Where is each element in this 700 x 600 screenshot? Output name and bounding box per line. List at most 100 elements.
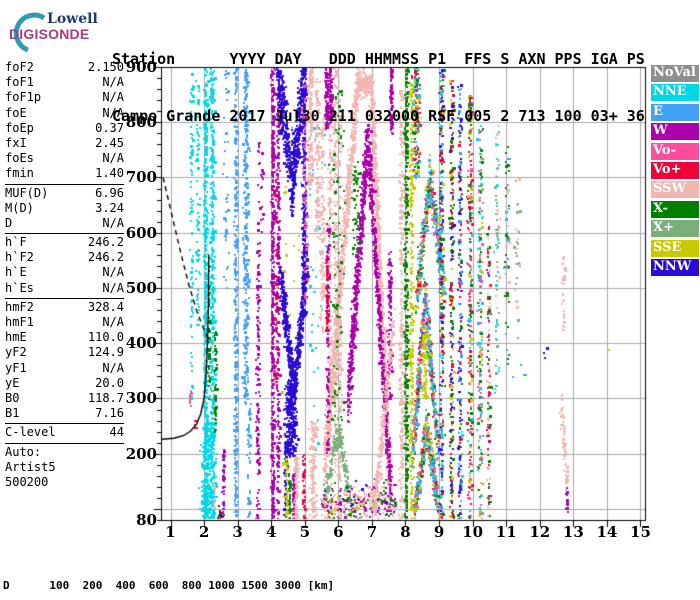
param-value: 2.150	[87, 60, 124, 74]
param-label: yF1	[5, 360, 27, 375]
x-axis-label: 14	[596, 523, 618, 541]
legend-item-e: E	[651, 103, 699, 121]
param-label: foF2	[5, 60, 34, 74]
param-value: N/A	[102, 151, 124, 166]
param-label: D	[5, 215, 13, 230]
legend-item-x: X+	[651, 220, 699, 238]
logo-digisonde-text: DIGISONDE	[9, 26, 90, 42]
param-label: B1	[5, 406, 20, 421]
param-value: 118.7	[87, 390, 124, 405]
legend-item-vo: Vo-	[651, 142, 699, 160]
legend-item-ssw: SSW	[651, 181, 699, 199]
param-row: foEs N/A	[5, 151, 124, 166]
param-row: hmF2 328.4	[5, 300, 124, 315]
lowell-digisonde-logo: Lowell DIGISONDE	[2, 2, 114, 54]
param-label: foF1p	[5, 90, 42, 105]
x-axis-label: 11	[495, 523, 517, 541]
param-label: B0	[5, 390, 20, 405]
param-row: hmF1 N/A	[5, 315, 124, 330]
x-axis-label: 1	[165, 523, 176, 541]
footer-scales: D 100 200 400 600 800 1000 1500 3000 [km…	[3, 553, 665, 600]
direction-color-legend: NoVal NNE E W Vo- Vo+ SSW X- X+ SSE NNW	[651, 65, 699, 278]
x-axis-label: 13	[562, 523, 584, 541]
header-values-row: Campo Grande 2017 Jul30 211 032000 RSF 0…	[112, 107, 645, 125]
param-value: 110.0	[87, 330, 124, 345]
param-label: h`E	[5, 265, 27, 280]
param-label: h`F2	[5, 250, 34, 265]
x-axis-label: 12	[529, 523, 551, 541]
param-value: 0.37	[95, 120, 124, 135]
param-row: C-level 44	[5, 425, 124, 440]
param-label: foEp	[5, 120, 34, 135]
param-value: 246.2	[87, 250, 124, 265]
param-label: foF1	[5, 75, 34, 90]
parameter-panel: foF2 2.150 foF1 N/A foF1p N/A foE N/A foEp 0.37 fx…	[5, 60, 124, 490]
param-label: M(D)	[5, 200, 34, 215]
param-row: foF1p N/A	[5, 90, 124, 105]
ionogram-app: { "logo": { "line1": "Lowell", "line2": …	[0, 0, 700, 600]
param-label: foEs	[5, 151, 34, 166]
param-row: h`F 246.2	[5, 235, 124, 250]
param-separator	[5, 423, 124, 425]
y-axis-label: 900	[125, 58, 157, 76]
param-row: B1 7.16	[5, 406, 124, 421]
legend-item-sse: SSE	[651, 239, 699, 257]
param-row: fxI 2.45	[5, 136, 124, 151]
x-axis-label: 2	[198, 523, 210, 541]
param-label: fmin	[5, 166, 34, 181]
param-row: yF2 124.9	[5, 345, 124, 360]
y-axis-label: 500	[125, 278, 157, 297]
y-axis-label: 700	[125, 168, 157, 187]
param-value: 328.4	[87, 299, 124, 314]
y-axis-label: 80	[136, 511, 157, 529]
param-row: h`Es N/A	[5, 281, 124, 296]
param-value: 124.9	[87, 345, 124, 360]
param-row: M(D) 3.24	[5, 201, 124, 216]
legend-item-x: X-	[651, 200, 699, 218]
param-value: 6.96	[95, 185, 124, 200]
x-axis-label: 3	[232, 523, 243, 541]
param-value: N/A	[102, 90, 124, 105]
param-row: hmE 110.0	[5, 330, 124, 345]
param-row: D N/A	[5, 216, 124, 231]
param-label: h`Es	[5, 280, 34, 295]
param-footer-line: Artist5	[5, 459, 56, 474]
param-label: foE	[5, 105, 27, 120]
param-row: MUF(D) 6.96	[5, 186, 124, 201]
y-axis-label: 800	[125, 113, 157, 132]
x-axis-label: 4	[265, 523, 277, 541]
legend-item-nne: NNE	[651, 84, 699, 102]
logo-lowell-text: Lowell	[47, 11, 98, 27]
x-axis-label: 5	[299, 523, 310, 541]
param-label: fxI	[5, 135, 27, 150]
param-label: yF2	[5, 345, 27, 360]
param-label: yE	[5, 375, 20, 390]
param-value: N/A	[102, 105, 124, 120]
station-header: Station YYYY DAY DDD HHMMSS P1 FFS S AXN…	[112, 12, 645, 145]
x-axis-label: 6	[333, 523, 344, 541]
param-label: C-level	[5, 425, 56, 440]
param-label: hmE	[5, 330, 27, 345]
param-separator	[5, 233, 124, 235]
param-separator	[5, 297, 124, 299]
param-row: B0 118.7	[5, 391, 124, 406]
legend-item-w: W	[651, 123, 699, 141]
param-label: hmF2	[5, 299, 34, 314]
x-axis-label: 9	[433, 523, 445, 541]
param-value: N/A	[102, 265, 124, 280]
param-value: 7.16	[95, 406, 124, 421]
param-row: fmin 1.40	[5, 166, 124, 181]
param-row: foE N/A	[5, 106, 124, 121]
param-row: yF1 N/A	[5, 361, 124, 376]
param-value: N/A	[102, 315, 124, 329]
param-value: 246.2	[87, 235, 124, 250]
param-separator	[5, 183, 124, 185]
param-value: N/A	[102, 360, 124, 375]
y-axis-label: 300	[125, 389, 157, 408]
x-axis-label: 10	[462, 523, 484, 541]
header-columns-row: Station YYYY DAY DDD HHMMSS P1 FFS S AXN…	[112, 50, 645, 68]
param-value: 20.0	[95, 375, 124, 390]
legend-item-noval: NoVal	[651, 65, 699, 82]
param-row: foF2 2.150	[5, 60, 124, 75]
d-scale-row: D 100 200 400 600 800 1000 1500 3000 [km…	[3, 579, 335, 593]
